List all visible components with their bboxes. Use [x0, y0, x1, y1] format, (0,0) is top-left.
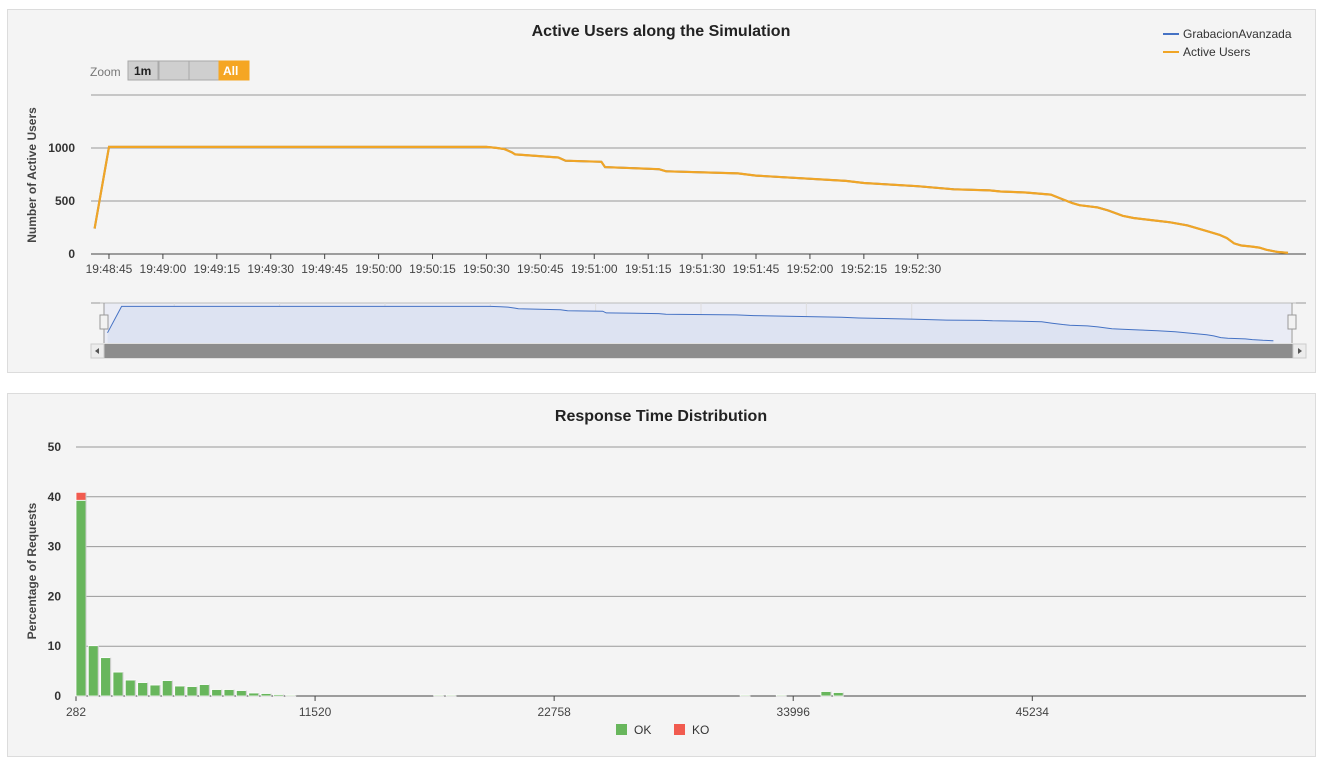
x-tick-label: 19:50:15 — [409, 262, 456, 276]
zoom-button-label[interactable]: All — [223, 64, 238, 78]
x-tick-label: 19:51:15 — [625, 262, 672, 276]
x-tick-label: 19:50:30 — [463, 262, 510, 276]
active-users-chart: Active Users along the Simulation 0 500 100… — [25, 23, 1307, 359]
x-tick-label: 33996 — [777, 705, 811, 719]
zoom-label: Zoom — [90, 65, 121, 79]
x-tick-label: 22758 — [537, 705, 571, 719]
bar-ok[interactable] — [100, 657, 112, 697]
zoom-button[interactable] — [188, 60, 220, 81]
y-tick-label: 10 — [48, 639, 62, 653]
y-tick-label: 40 — [48, 490, 62, 504]
x-tick-label: 19:51:30 — [679, 262, 726, 276]
zoom-button[interactable] — [158, 60, 190, 81]
y-tick-label: 500 — [55, 194, 75, 208]
bar-ok[interactable] — [124, 679, 136, 697]
x-tick-label: 19:48:45 — [86, 262, 133, 276]
active-users-panel: Active Users along the Simulation 0 500 100… — [7, 9, 1316, 373]
navigator-handle-right[interactable] — [1287, 314, 1297, 330]
bar-ok[interactable] — [186, 686, 198, 697]
navigator-handle-left[interactable] — [99, 314, 109, 330]
x-tick-label: 19:52:15 — [840, 262, 887, 276]
bar-ok[interactable] — [248, 692, 260, 697]
bar-ok[interactable] — [832, 692, 844, 697]
bar-ok[interactable] — [161, 680, 173, 697]
x-tick-label: 19:49:30 — [247, 262, 294, 276]
x-tick-label: 19:49:00 — [140, 262, 187, 276]
x-tick-label: 19:52:00 — [787, 262, 834, 276]
x-tick-label: 19:50:45 — [517, 262, 564, 276]
x-tick-label: 19:51:00 — [571, 262, 618, 276]
scrollbar-thumb[interactable] — [104, 344, 1293, 358]
bar-ok[interactable] — [149, 684, 161, 697]
bar-ko[interactable] — [75, 491, 87, 501]
bar-ok[interactable] — [211, 689, 223, 697]
y-tick-label: 0 — [68, 247, 75, 261]
bar-ok[interactable] — [272, 694, 284, 697]
x-tick-label: 19:50:00 — [355, 262, 402, 276]
legend-swatch[interactable] — [674, 724, 685, 735]
x-tick-label: 19:49:45 — [301, 262, 348, 276]
legend-swatch[interactable] — [616, 724, 627, 735]
bar-ok[interactable] — [433, 694, 445, 697]
bar-ok[interactable] — [112, 671, 124, 697]
bar-ok[interactable] — [775, 694, 787, 697]
x-tick-label: 45234 — [1016, 705, 1050, 719]
response-time-chart: Response Time Distribution 0 10 20 30 40 50 Per… — [25, 408, 1306, 737]
bar-ok[interactable] — [75, 499, 87, 697]
bar-ok[interactable] — [445, 694, 457, 697]
bar-ok[interactable] — [137, 682, 149, 697]
bar-ok[interactable] — [174, 685, 186, 697]
y-tick-label: 1000 — [48, 141, 75, 155]
chart-title: Response Time Distribution — [555, 408, 767, 425]
bar-ok[interactable] — [260, 693, 272, 697]
bar-ok[interactable] — [820, 691, 832, 697]
y-tick-label: 20 — [48, 589, 62, 603]
legend-item[interactable]: Active Users — [1183, 45, 1250, 59]
response-time-panel: Response Time Distribution 0 10 20 30 40 50 Per… — [7, 393, 1316, 757]
y-axis-label: Percentage of Requests — [25, 502, 39, 639]
bar-ok[interactable] — [285, 694, 297, 697]
series-line-active-users — [93, 145, 1289, 254]
legend-item[interactable]: GrabacionAvanzada — [1183, 27, 1292, 41]
zoom-button-label[interactable]: 1m — [134, 64, 151, 78]
x-tick-label: 19:51:45 — [733, 262, 780, 276]
chart-title: Active Users along the Simulation — [532, 23, 791, 40]
bar-ok[interactable] — [739, 694, 751, 697]
legend-item[interactable]: KO — [692, 723, 709, 737]
y-tick-label: 0 — [54, 689, 61, 703]
y-tick-label: 50 — [48, 440, 62, 454]
x-tick-label: 19:52:30 — [894, 262, 941, 276]
y-axis-label: Number of Active Users — [25, 107, 39, 243]
bar-ok[interactable] — [198, 684, 210, 697]
bar-ok[interactable] — [87, 645, 99, 697]
y-tick-label: 30 — [48, 540, 62, 554]
bar-ok[interactable] — [235, 690, 247, 697]
x-tick-label: 11520 — [299, 705, 332, 719]
series-line-grabacionavanzada — [93, 145, 1289, 254]
bar-ok[interactable] — [223, 689, 235, 697]
x-tick-label: 282 — [66, 705, 86, 719]
legend-item[interactable]: OK — [634, 723, 651, 737]
x-tick-label: 19:49:15 — [193, 262, 240, 276]
